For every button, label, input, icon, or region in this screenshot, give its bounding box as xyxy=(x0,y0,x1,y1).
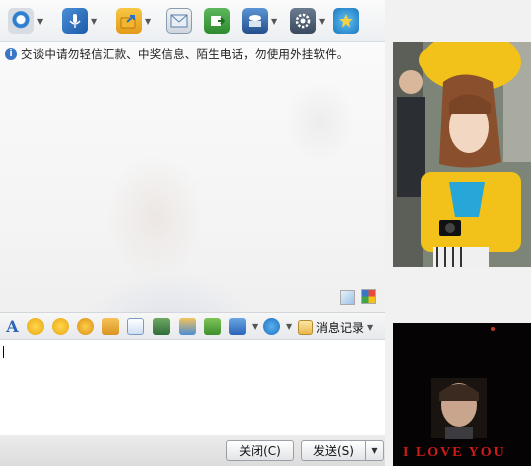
music-icon[interactable] xyxy=(179,318,196,335)
history-label: 消息记录 xyxy=(316,320,365,335)
webcam-icon xyxy=(8,8,34,34)
format-toolbar: A ▼ ▼ 消息记录 ▼ xyxy=(0,312,385,340)
font-icon[interactable]: A xyxy=(4,317,21,336)
gift-icon[interactable] xyxy=(204,318,221,335)
message-input[interactable] xyxy=(0,340,385,435)
warning-text: 交谈中请勿轻信汇款、中奖信息、陌生电话，勿使用外挂软件。 xyxy=(21,47,349,61)
screenshot-icon[interactable] xyxy=(153,318,170,335)
emoticon-icon[interactable] xyxy=(27,318,44,335)
app-store-button[interactable]: ▼ xyxy=(242,7,277,35)
shake-icon[interactable] xyxy=(77,318,94,335)
voice-button[interactable]: ▼ xyxy=(62,7,97,35)
security-warning: i 交谈中请勿轻信汇款、中奖信息、陌生电话，勿使用外挂软件。 xyxy=(5,46,349,62)
right-panel: I LOVE YOU xyxy=(385,0,531,466)
like-icon[interactable] xyxy=(102,318,119,335)
my-show-photo: I LOVE YOU xyxy=(393,323,531,466)
chevron-down-icon[interactable]: ▼ xyxy=(271,17,277,26)
history-icon xyxy=(298,319,313,335)
chevron-down-icon[interactable]: ▼ xyxy=(252,322,258,331)
screen-capture-icon[interactable] xyxy=(229,318,246,335)
text-cursor xyxy=(3,346,4,358)
chevron-down-icon: ▼ xyxy=(367,322,374,332)
info-icon: i xyxy=(5,48,17,60)
pencil-icon[interactable] xyxy=(127,318,144,335)
webcam-button[interactable]: ▼ xyxy=(8,7,43,35)
soso-icon[interactable] xyxy=(263,318,280,335)
send-file-button[interactable]: ▼ xyxy=(116,7,151,35)
chevron-down-icon[interactable]: ▼ xyxy=(145,17,151,26)
color-theme-icon[interactable] xyxy=(361,289,376,304)
chevron-down-icon[interactable]: ▼ xyxy=(91,17,97,26)
app-store-icon xyxy=(242,8,268,34)
send-button[interactable]: 发送(S) ▼ xyxy=(301,440,384,461)
send-file-icon xyxy=(116,8,142,34)
share-button[interactable] xyxy=(204,7,230,35)
send-label: 发送(S) xyxy=(313,444,354,458)
message-history-button[interactable]: 消息记录 ▼ xyxy=(298,317,373,337)
magic-face-icon[interactable] xyxy=(52,318,69,335)
settings-button[interactable]: ▼ xyxy=(290,7,325,35)
chevron-down-icon[interactable]: ▼ xyxy=(319,17,325,26)
chat-display-area[interactable]: i 交谈中请勿轻信汇款、中奖信息、陌生电话，勿使用外挂软件。 xyxy=(0,42,385,338)
qzone-icon xyxy=(333,8,359,34)
banner-text: I LOVE YOU xyxy=(403,445,506,460)
close-button[interactable]: 关闭(C) xyxy=(226,440,294,461)
expand-icon[interactable] xyxy=(340,290,355,305)
email-icon xyxy=(166,8,192,34)
microphone-icon xyxy=(62,8,88,34)
top-toolbar: ▼ ▼ ▼ ▼ ▼ xyxy=(0,0,385,42)
settings-icon xyxy=(290,8,316,34)
email-button[interactable] xyxy=(166,7,192,35)
qzone-button[interactable] xyxy=(333,7,359,35)
share-icon xyxy=(204,8,230,34)
chevron-down-icon[interactable]: ▼ xyxy=(37,17,43,26)
bottom-bar: 关闭(C) 发送(S) ▼ xyxy=(0,435,385,466)
send-options-dropdown[interactable]: ▼ xyxy=(365,441,383,460)
chevron-down-icon[interactable]: ▼ xyxy=(286,322,292,331)
contact-show-photo xyxy=(393,42,531,267)
